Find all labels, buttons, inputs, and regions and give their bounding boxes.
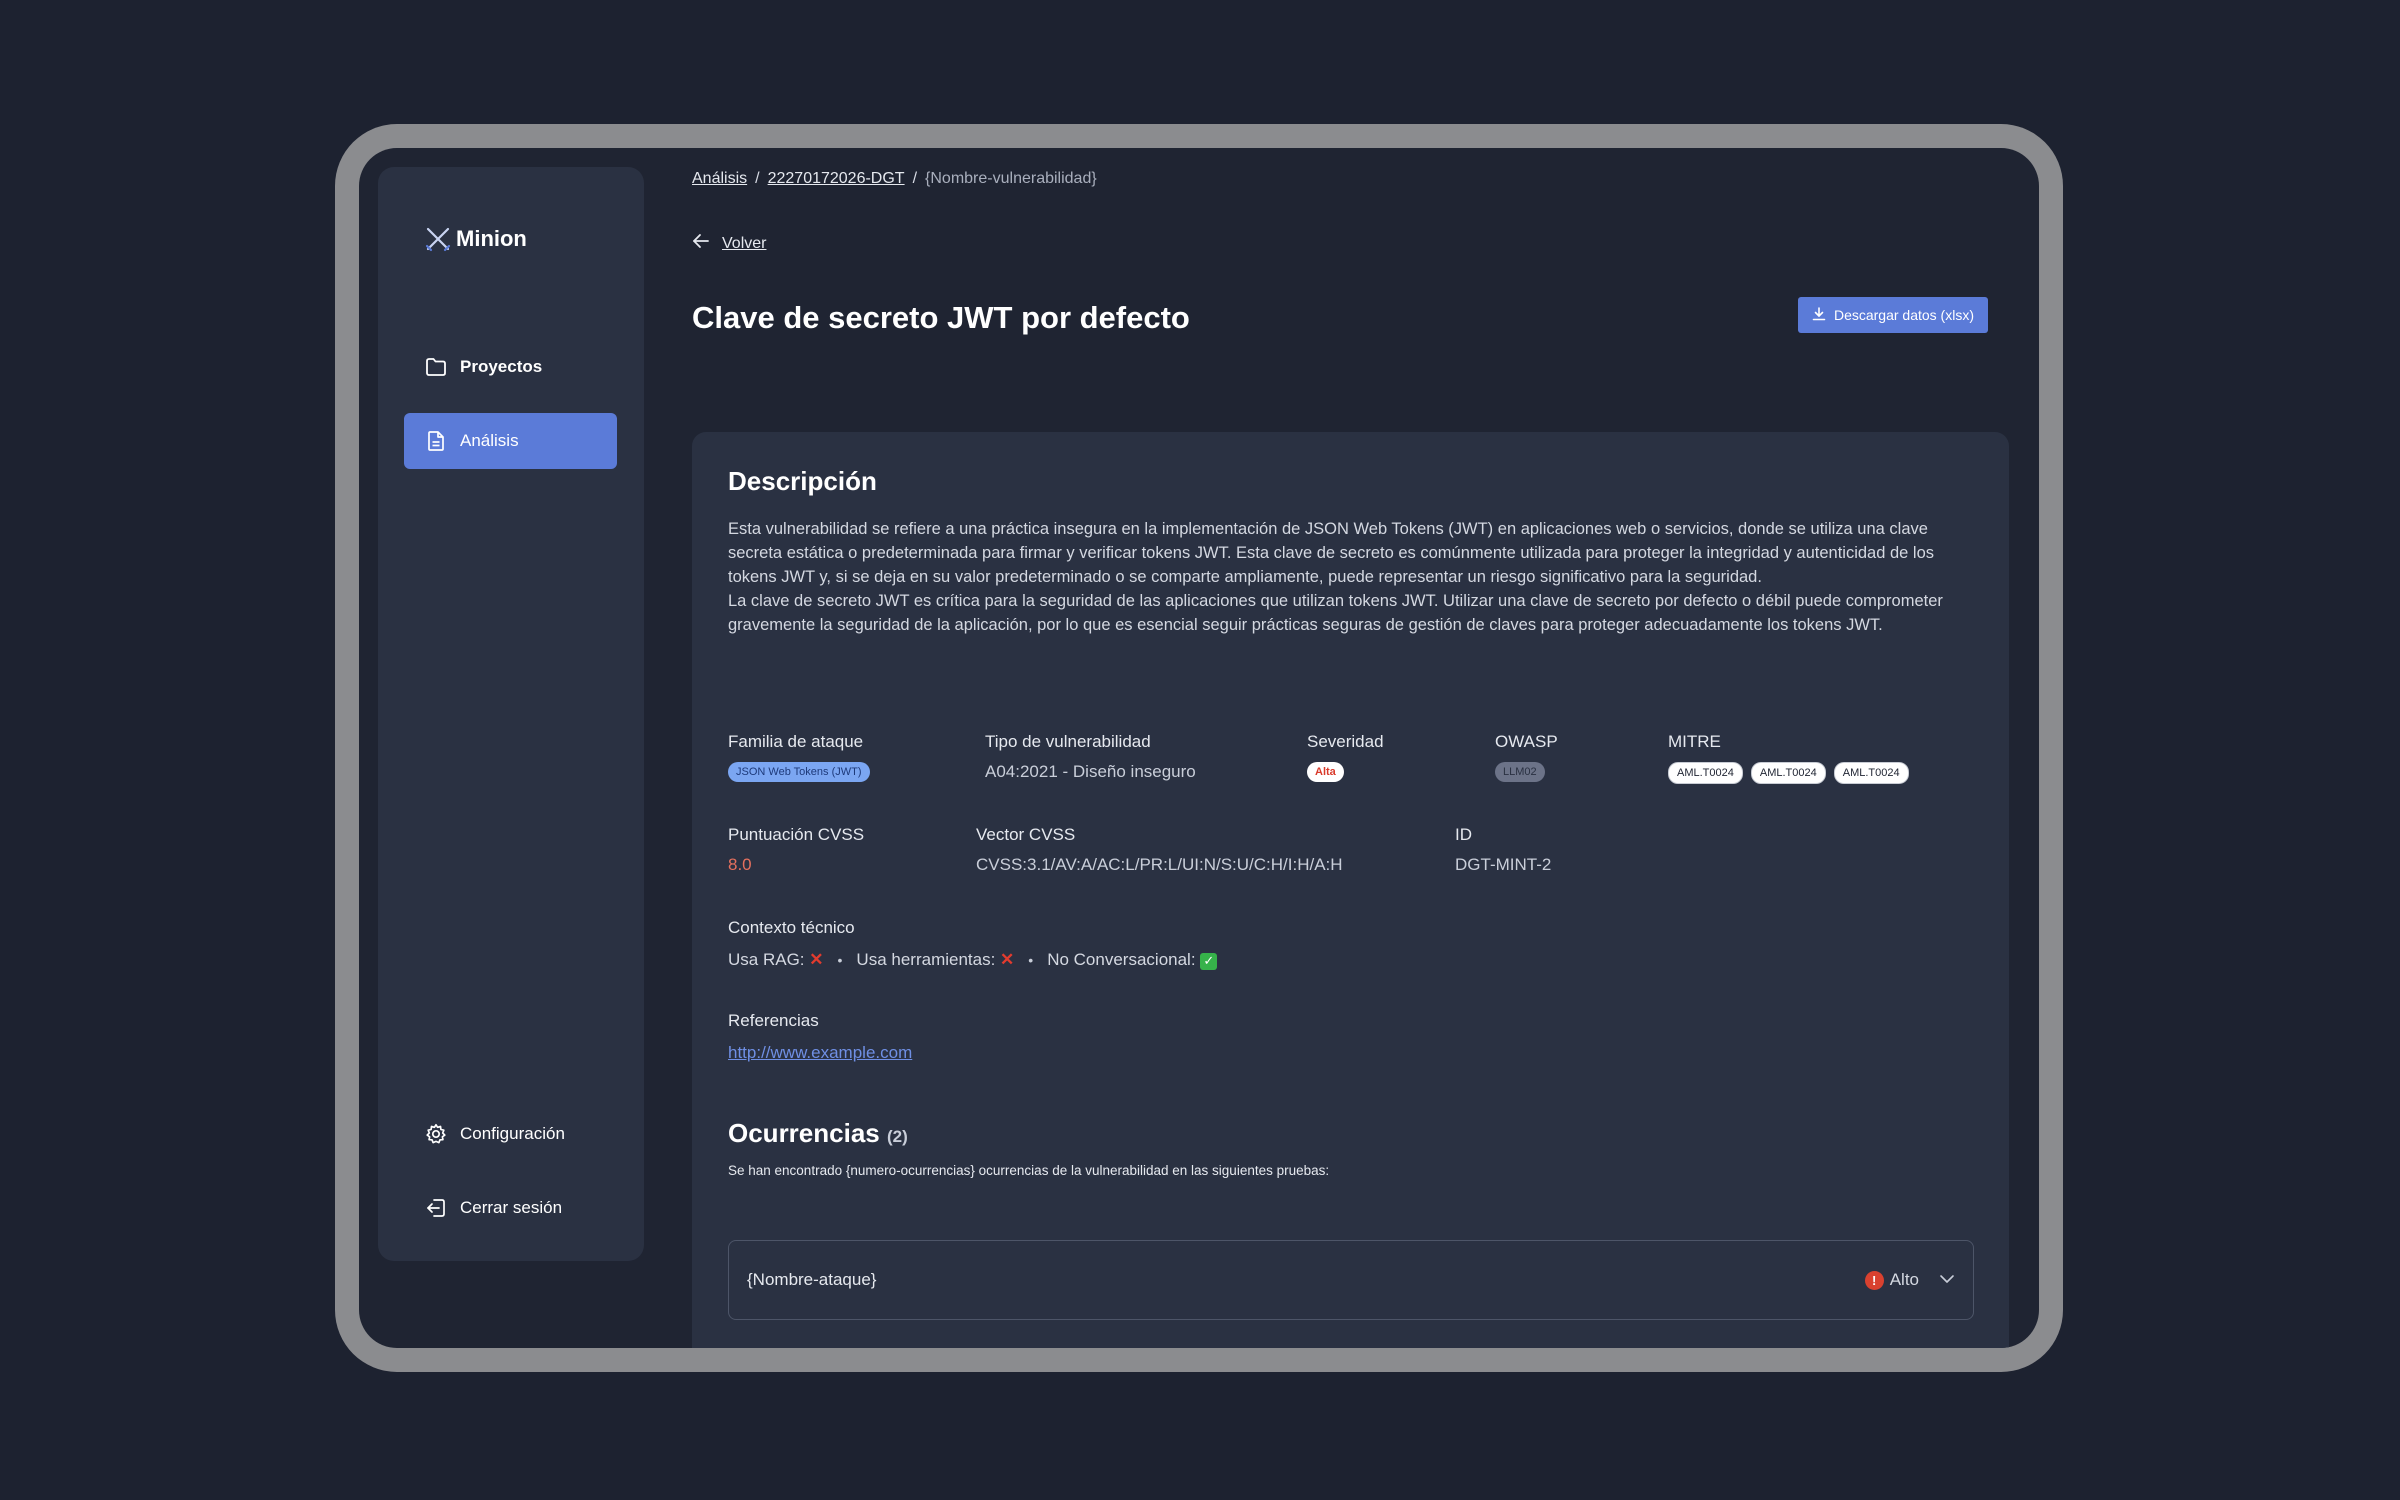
field-mitre: MITRE AML.T0024 AML.T0024 AML.T0024 (1668, 732, 1968, 784)
breadcrumb-link-project[interactable]: 22270172026-DGT (768, 170, 905, 188)
field-label: MITRE (1668, 732, 1721, 751)
context-item-rag: Usa RAG: ✕ (728, 950, 824, 970)
description-paragraph: La clave de secreto JWT es crítica para … (728, 592, 1943, 634)
cross-icon: ✕ (1000, 950, 1015, 969)
occurrence-accordion[interactable]: {Nombre-ataque} ! Alto (728, 1240, 1974, 1320)
attack-family-tag: JSON Web Tokens (JWT) (728, 762, 870, 782)
severity-badge: Alta (1307, 762, 1344, 782)
technical-context: Contexto técnico Usa RAG: ✕ • Usa herram… (728, 918, 1218, 970)
chevron-down-icon[interactable] (1939, 1271, 1955, 1289)
field-attack-family: Familia de ataque JSON Web Tokens (JWT) (728, 732, 985, 784)
sidebar-item-label: Proyectos (460, 357, 543, 376)
crossed-swords-icon (424, 225, 452, 253)
occurrence-title: {Nombre-ataque} (747, 1270, 877, 1289)
mitre-tag: AML.T0024 (1750, 762, 1826, 784)
separator-dot: • (1028, 952, 1034, 968)
field-cvss-vector: Vector CVSS CVSS:3.1/AV:A/AC:L/PR:L/UI:N… (976, 825, 1455, 875)
device-frame: Minion Proyectos Análisis Configuración … (335, 124, 2063, 1372)
alert-icon: ! (1864, 1270, 1884, 1290)
field-severity: Severidad Alta (1307, 732, 1495, 784)
references: Referencias http://www.example.com (728, 1011, 912, 1063)
sidebar-item-label: Cerrar sesión (460, 1198, 563, 1217)
download-icon (1812, 306, 1826, 324)
field-value: A04:2021 - Diseño inseguro (985, 762, 1196, 781)
back-label: Volver (722, 234, 767, 252)
context-label: No Conversacional: (1047, 950, 1196, 969)
description-paragraph: Esta vulnerabilidad se refiere a una prá… (728, 520, 1935, 586)
field-label: Contexto técnico (728, 918, 855, 937)
details-row-1: Familia de ataque JSON Web Tokens (JWT) … (728, 732, 1968, 784)
cross-icon: ✕ (809, 950, 824, 969)
context-label: Usa RAG: (728, 950, 805, 969)
field-value: DGT-MINT-2 (1455, 855, 1552, 874)
separator-dot: • (837, 952, 843, 968)
app-logo[interactable]: Minion (424, 225, 527, 253)
occurrences-text: Se han encontrado {numero-ocurrencias} o… (728, 1163, 1330, 1178)
field-label: Severidad (1307, 732, 1384, 751)
field-label: OWASP (1495, 732, 1558, 751)
field-cvss-score: Puntuación CVSS 8.0 (728, 825, 976, 875)
download-xlsx-button[interactable]: Descargar datos (xlsx) (1797, 297, 1988, 333)
sidebar-item-configuracion[interactable]: Configuración (404, 1106, 617, 1162)
back-link[interactable]: Volver (692, 233, 766, 254)
main-content: Análisis / 22270172026-DGT / {Nombre-vul… (692, 148, 2017, 1348)
field-owasp: OWASP LLM02 (1495, 732, 1668, 784)
sidebar-item-label: Configuración (460, 1124, 565, 1143)
vulnerability-card: Descripción Esta vulnerabilidad se refie… (692, 432, 2009, 1348)
breadcrumb-current: {Nombre-vulnerabilidad} (925, 170, 1097, 187)
field-value: CVSS:3.1/AV:A/AC:L/PR:L/UI:N/S:U/C:H/I:H… (976, 855, 1343, 874)
field-label: ID (1455, 825, 1472, 844)
description-section: Descripción Esta vulnerabilidad se refie… (728, 466, 1973, 637)
field-label: Puntuación CVSS (728, 825, 865, 844)
folder-icon (424, 355, 448, 379)
field-label: Vector CVSS (976, 825, 1076, 844)
field-vuln-type: Tipo de vulnerabilidad A04:2021 - Diseño… (985, 732, 1307, 784)
technical-context-items: Usa RAG: ✕ • Usa herramientas: ✕ • No Co… (728, 950, 1218, 970)
document-icon (424, 429, 448, 453)
cvss-score-value: 8.0 (728, 855, 752, 874)
occurrences-heading: Ocurrencias (2) (728, 1118, 1329, 1149)
breadcrumb-separator: / (912, 170, 918, 187)
details-row-2: Puntuación CVSS 8.0 Vector CVSS CVSS:3.1… (728, 825, 1655, 875)
reference-link[interactable]: http://www.example.com (728, 1043, 912, 1063)
sidebar-item-proyectos[interactable]: Proyectos (404, 339, 617, 395)
mitre-tag: AML.T0024 (1668, 762, 1743, 784)
checkmark-icon: ✓ (1200, 952, 1218, 970)
severity-label: Alto (1889, 1270, 1919, 1289)
occurrences-section: Ocurrencias (2) Se han encontrado {numer… (728, 1118, 1329, 1178)
sidebar-item-analisis[interactable]: Análisis (404, 413, 617, 469)
sidebar: Minion Proyectos Análisis Configuración … (378, 167, 644, 1261)
page-title: Clave de secreto JWT por defecto (692, 300, 1190, 335)
app-name: Minion (456, 226, 527, 251)
app-screen: Minion Proyectos Análisis Configuración … (359, 148, 2039, 1348)
download-label: Descargar datos (xlsx) (1833, 307, 1974, 323)
arrow-left-icon (692, 233, 710, 254)
field-label: Familia de ataque (728, 732, 864, 751)
field-id: ID DGT-MINT-2 (1455, 825, 1655, 875)
description-heading: Descripción (728, 466, 877, 496)
breadcrumb-separator: / (755, 170, 760, 187)
logout-icon (424, 1196, 448, 1220)
description-text: Esta vulnerabilidad se refiere a una prá… (728, 517, 1973, 637)
field-label: Referencias (728, 1011, 819, 1030)
gear-icon (424, 1122, 448, 1146)
sidebar-item-cerrar-sesion[interactable]: Cerrar sesión (404, 1180, 617, 1236)
mitre-tag: AML.T0024 (1833, 762, 1909, 784)
context-item-tools: Usa herramientas: ✕ (856, 950, 1014, 970)
sidebar-item-label: Análisis (460, 431, 519, 450)
context-item-conversational: No Conversacional: ✓ (1047, 950, 1218, 970)
occurrences-title: Ocurrencias (728, 1118, 880, 1148)
breadcrumb: Análisis / 22270172026-DGT / {Nombre-vul… (692, 170, 1097, 188)
occurrence-severity: ! Alto (1864, 1270, 1919, 1290)
occurrences-count: (2) (886, 1127, 908, 1146)
field-label: Tipo de vulnerabilidad (985, 732, 1151, 751)
owasp-tag: LLM02 (1495, 762, 1545, 782)
breadcrumb-link-analisis[interactable]: Análisis (692, 170, 747, 188)
context-label: Usa herramientas: (856, 950, 996, 969)
